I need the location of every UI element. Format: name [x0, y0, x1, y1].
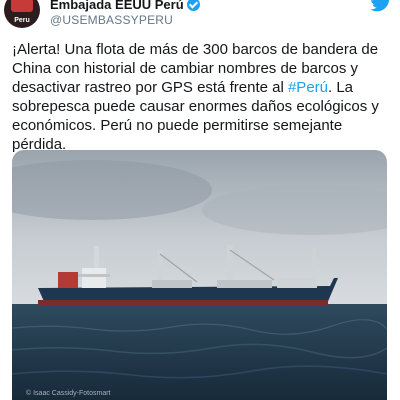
verified-badge-icon — [186, 0, 200, 11]
user-handle[interactable]: @USEMBASSYPERU — [50, 13, 173, 27]
twitter-bird-icon[interactable] — [370, 0, 392, 12]
ship-at-sea-illustration — [12, 150, 387, 400]
embassy-seal-icon — [11, 0, 33, 12]
hashtag-link[interactable]: #Perú — [288, 79, 328, 96]
avatar[interactable]: Peru — [4, 0, 40, 28]
photo-credit: © Isaac Cassidy-Fotosmart — [26, 390, 111, 397]
display-name-text: Embajada EEUU Perú — [50, 0, 184, 12]
avatar-label: Peru — [14, 17, 30, 24]
display-name[interactable]: Embajada EEUU Perú — [50, 0, 200, 12]
tweet-header: Peru Embajada EEUU Perú @USEMBASSYPERU — [0, 0, 400, 30]
tweet-text: ¡Alerta! Una flota de más de 300 barcos … — [12, 40, 392, 154]
tweet-photo[interactable]: © Isaac Cassidy-Fotosmart — [12, 150, 387, 400]
